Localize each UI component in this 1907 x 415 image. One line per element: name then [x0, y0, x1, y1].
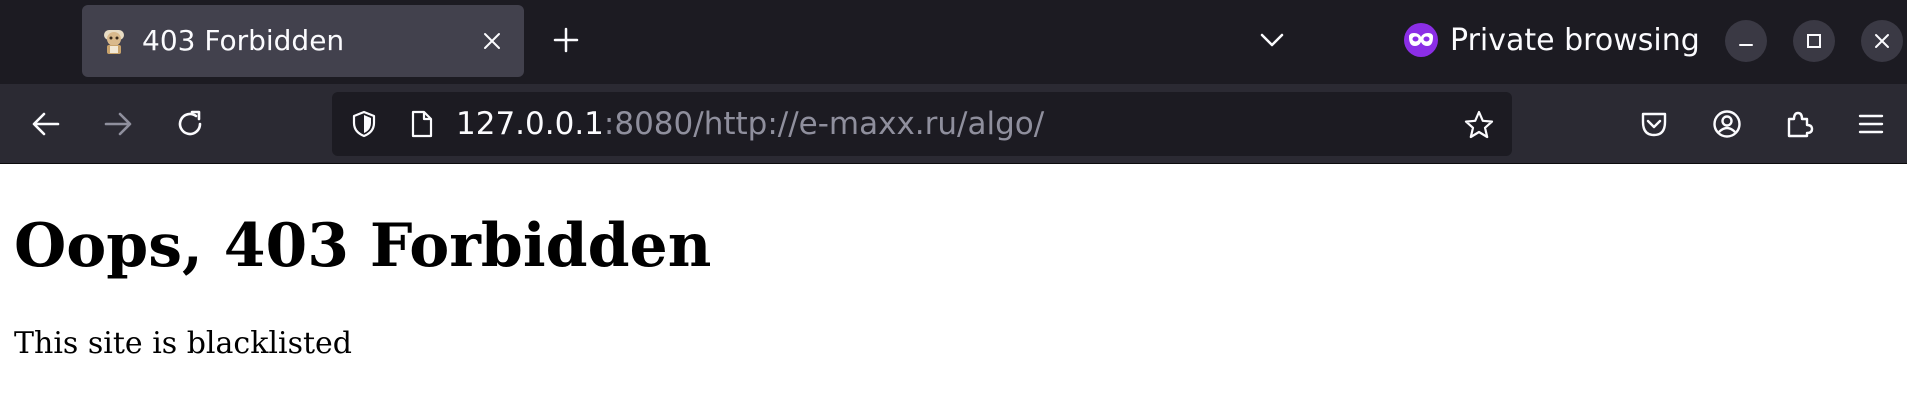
private-browsing-label: Private browsing — [1450, 22, 1700, 58]
private-browsing-indicator: Private browsing — [1404, 20, 1700, 60]
tab-strip: 403 Forbidden Private browsing — [0, 0, 1907, 84]
url-text[interactable]: 127.0.0.1:8080/http://e-maxx.ru/algo/ — [456, 106, 1044, 142]
close-icon[interactable] — [1861, 20, 1903, 62]
navigation-toolbar: 127.0.0.1:8080/http://e-maxx.ru/algo/ — [0, 84, 1907, 164]
page-message: This site is blacklisted — [14, 326, 352, 361]
url-path: :8080/http://e-maxx.ru/algo/ — [603, 106, 1045, 142]
private-mask-icon — [1404, 23, 1438, 57]
browser-window: 403 Forbidden Private browsing 127.0.0.1… — [0, 0, 1907, 415]
tab-title: 403 Forbidden — [142, 24, 345, 57]
close-icon[interactable] — [478, 27, 506, 55]
account-icon[interactable] — [1707, 104, 1747, 144]
plus-icon[interactable] — [548, 22, 584, 58]
address-bar[interactable]: 127.0.0.1:8080/http://e-maxx.ru/algo/ — [332, 92, 1512, 156]
url-host: 127.0.0.1 — [456, 106, 604, 142]
mascot-favicon-icon — [100, 27, 128, 55]
page-heading: Oops, 403 Forbidden — [14, 211, 712, 281]
tab-active[interactable]: 403 Forbidden — [82, 5, 524, 77]
chevron-down-icon[interactable] — [1254, 22, 1290, 58]
reload-icon[interactable] — [170, 104, 210, 144]
shield-icon[interactable] — [348, 108, 380, 140]
page-info-icon[interactable] — [406, 108, 438, 140]
arrow-right-icon[interactable] — [98, 104, 138, 144]
page-content: Oops, 403 Forbidden This site is blackli… — [0, 165, 1907, 415]
maximize-icon[interactable] — [1793, 20, 1835, 62]
minimize-icon[interactable] — [1725, 20, 1767, 62]
hamburger-menu-icon[interactable] — [1851, 104, 1891, 144]
puzzle-icon[interactable] — [1779, 104, 1819, 144]
star-icon[interactable] — [1462, 108, 1496, 142]
arrow-left-icon[interactable] — [26, 104, 66, 144]
pocket-icon[interactable] — [1634, 104, 1674, 144]
